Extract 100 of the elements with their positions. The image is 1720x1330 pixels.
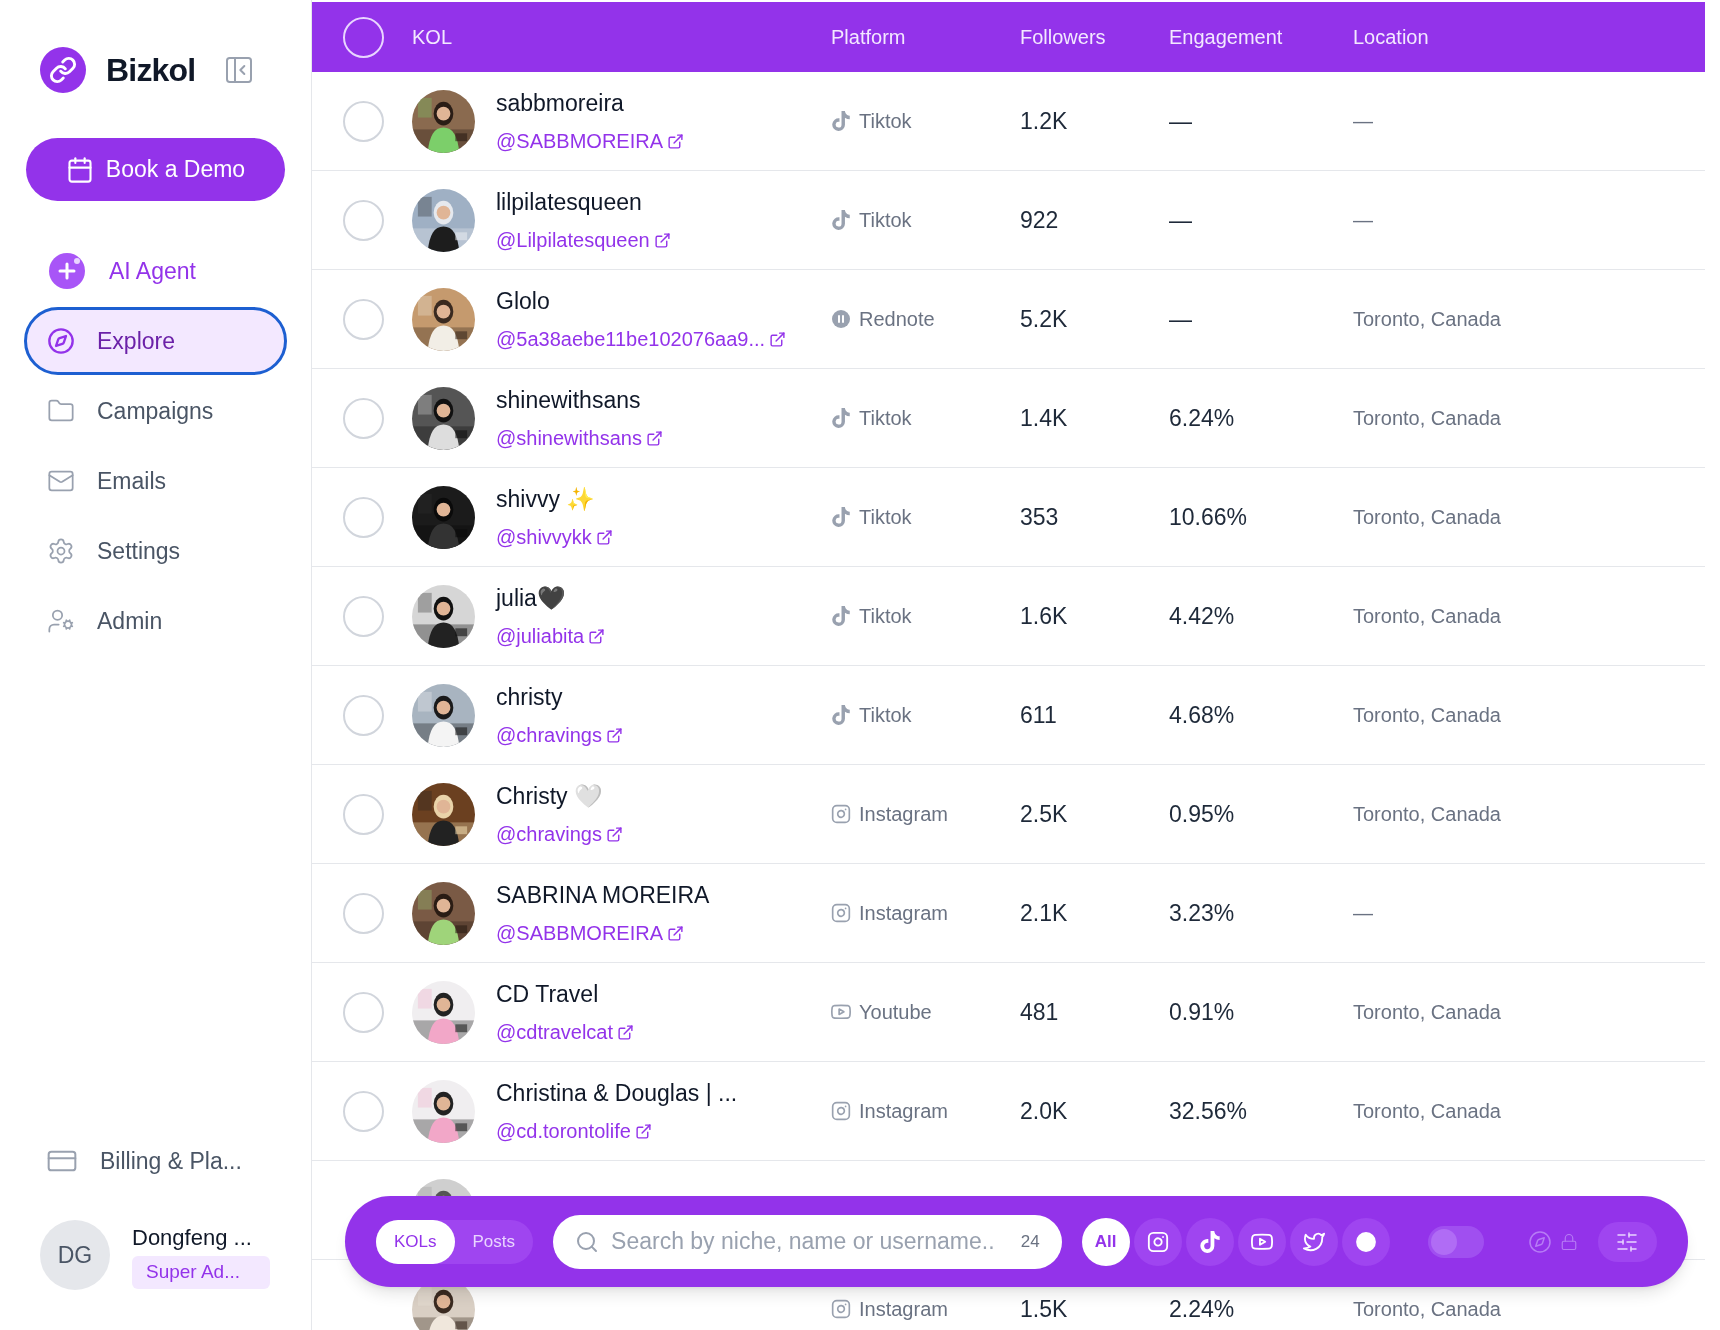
platform-name: Rednote xyxy=(859,307,935,332)
location-text: Toronto, Canada xyxy=(1353,406,1501,431)
checkbox[interactable] xyxy=(342,397,384,439)
kol-name: SABRINA MOREIRA xyxy=(496,880,710,910)
compass-icon xyxy=(47,327,75,355)
location-text: Toronto, Canada xyxy=(1353,307,1501,332)
role-badge: Super Ad... xyxy=(132,1256,270,1289)
checkbox[interactable] xyxy=(342,793,384,835)
kol-name: shivvy ✨ xyxy=(496,484,597,514)
external-link-icon xyxy=(645,429,663,447)
calendar-icon xyxy=(65,155,94,184)
checkbox[interactable] xyxy=(342,199,384,241)
engagement-rate: — xyxy=(1169,205,1193,235)
external-link-icon xyxy=(769,330,787,348)
mode-tab[interactable]: Posts xyxy=(454,1219,534,1264)
music-note-icon xyxy=(831,408,851,428)
kol-name: julia🖤 xyxy=(496,583,567,613)
lock-icon xyxy=(1559,1232,1578,1251)
mode-tab[interactable]: KOLs xyxy=(376,1219,455,1264)
platform-name: Instagram xyxy=(859,901,948,926)
billing-nav-item[interactable]: Billing & Pla... xyxy=(0,1143,311,1178)
search-input[interactable]: Search by niche, name or username.. xyxy=(611,1224,1009,1259)
nav-item[interactable]: AI Agent xyxy=(24,237,287,305)
camera-icon xyxy=(1146,1230,1169,1253)
checkbox[interactable] xyxy=(342,1090,384,1132)
checkbox[interactable] xyxy=(342,298,384,340)
kol-name: CD Travel xyxy=(496,979,600,1009)
nav-item[interactable]: Explore xyxy=(24,307,287,375)
checkbox[interactable] xyxy=(342,694,384,736)
external-link-icon xyxy=(667,924,684,942)
nav-item[interactable]: Emails xyxy=(24,447,287,515)
profile-link[interactable]: @shivvykk xyxy=(496,522,613,553)
location-text: — xyxy=(1353,208,1373,233)
follower-count: 2.1K xyxy=(1020,898,1069,928)
checkbox[interactable] xyxy=(342,595,384,637)
column-header[interactable]: Followers xyxy=(1020,22,1169,52)
checkbox[interactable] xyxy=(342,991,384,1033)
sparkle-orb-icon xyxy=(47,251,87,291)
search-icon xyxy=(575,1229,600,1254)
toggle-switch[interactable] xyxy=(1427,1225,1484,1258)
user-gear-icon xyxy=(47,607,75,635)
column-header[interactable]: Platform xyxy=(831,22,1020,52)
result-count: 24 xyxy=(1020,1230,1040,1253)
external-link-icon xyxy=(595,528,613,546)
kol-name: lilpilatesqueen xyxy=(496,187,643,217)
profile-link[interactable]: @SABBMOREIRA xyxy=(496,918,710,949)
search-field[interactable]: Search by niche, name or username.. 24 xyxy=(553,1214,1062,1269)
column-header[interactable]: KOL xyxy=(412,22,831,52)
profile-link[interactable]: @cdtravelcat xyxy=(496,1017,634,1048)
brand-name: Bizkol xyxy=(106,51,196,90)
follower-count: 353 xyxy=(1020,502,1060,532)
kol-name: Christy 🤍 xyxy=(496,781,604,811)
profile-link[interactable]: @SABBMOREIRA xyxy=(496,126,684,157)
follower-count: 2.0K xyxy=(1020,1096,1069,1126)
follower-count: 1.6K xyxy=(1020,601,1069,631)
engagement-rate: 4.68% xyxy=(1169,700,1236,730)
compass-icon[interactable] xyxy=(1527,1229,1552,1254)
follower-count: 2.5K xyxy=(1020,799,1069,829)
profile-link[interactable]: @shinewithsans xyxy=(496,423,663,454)
location-text: Toronto, Canada xyxy=(1353,505,1501,530)
location-text: Toronto, Canada xyxy=(1353,802,1501,827)
profile-link[interactable]: @chravings xyxy=(496,720,623,751)
kol-name: sabbmoreira xyxy=(496,88,625,118)
follower-count: 1.2K xyxy=(1020,106,1069,136)
book-demo-button[interactable]: Book a Demo xyxy=(26,138,285,201)
profile-link[interactable]: @juliabita xyxy=(496,621,606,652)
external-link-icon xyxy=(588,627,606,645)
column-header[interactable]: Engagement xyxy=(1169,22,1353,52)
platform-name: Tiktok xyxy=(859,406,912,431)
profile-link[interactable]: @5a38aebe11be102076aa9... xyxy=(496,324,787,355)
music-note-icon xyxy=(831,507,851,527)
engagement-rate: 4.42% xyxy=(1169,601,1236,631)
platform-name: Tiktok xyxy=(859,208,912,233)
follower-count: 1.5K xyxy=(1020,1294,1069,1324)
nav-item[interactable]: Campaigns xyxy=(24,377,287,445)
location-text: Toronto, Canada xyxy=(1353,604,1501,629)
checkbox[interactable] xyxy=(342,892,384,934)
profile-link[interactable]: @cd.torontolife xyxy=(496,1116,738,1147)
engagement-rate: 0.95% xyxy=(1169,799,1236,829)
nav-item[interactable]: Admin xyxy=(24,587,287,655)
engagement-rate: 6.24% xyxy=(1169,403,1236,433)
logo-icon xyxy=(40,47,86,93)
all-filter-button[interactable]: All xyxy=(1081,1217,1130,1266)
follower-count: 922 xyxy=(1020,205,1060,235)
external-link-icon xyxy=(653,231,671,249)
checkbox[interactable] xyxy=(342,496,384,538)
play-icon xyxy=(831,1002,851,1022)
sliders-icon xyxy=(1615,1229,1640,1254)
filter-settings-button[interactable] xyxy=(1597,1221,1657,1262)
checkbox[interactable] xyxy=(342,100,384,142)
profile-link[interactable]: @Lilpilatesqueen xyxy=(496,225,671,256)
profile-link[interactable]: @chravings xyxy=(496,819,623,850)
platform-name: Tiktok xyxy=(859,505,912,530)
platform-name: Youtube xyxy=(859,1000,932,1025)
platform-name: Tiktok xyxy=(859,703,912,728)
nav-item[interactable]: Settings xyxy=(24,517,287,585)
column-header[interactable]: Location xyxy=(1353,22,1429,52)
checkbox[interactable] xyxy=(342,16,384,58)
user-avatar[interactable]: DG xyxy=(40,1220,110,1290)
external-link-icon xyxy=(634,1122,652,1140)
